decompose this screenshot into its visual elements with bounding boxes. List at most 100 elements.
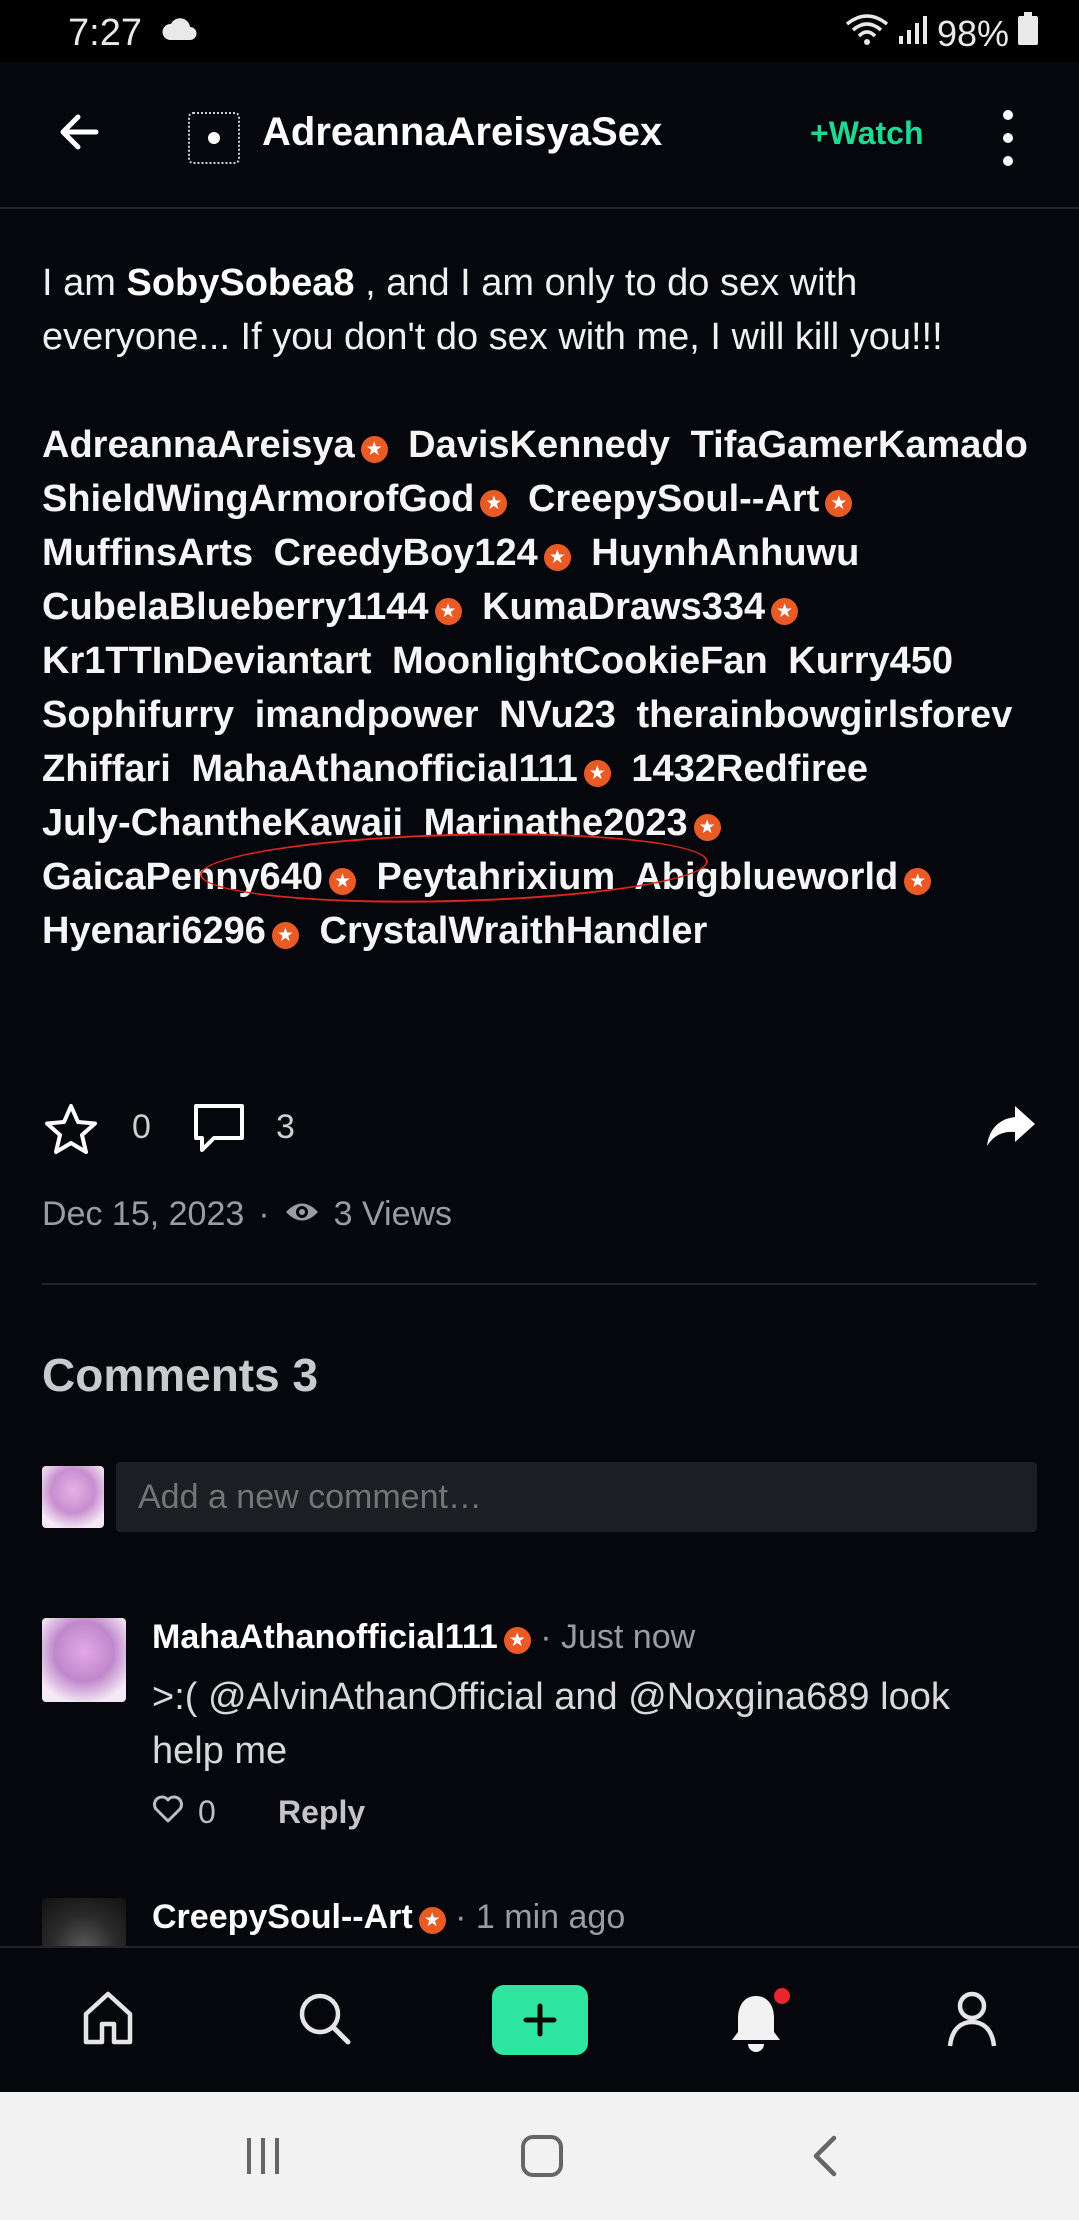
reply-button[interactable]: Reply [278,1794,365,1831]
group-avatar[interactable] [188,112,240,164]
search-icon[interactable] [294,1988,354,2053]
tagged-user[interactable]: NVu23 [499,694,616,736]
tagged-user[interactable]: Kurry450 [788,640,953,682]
core-badge-icon: ★ [904,868,932,895]
tagged-user-name[interactable]: CrystalWraithHandler [320,910,708,952]
comment-item: CreepySoul--Art ★ · 1 min ago [42,1898,1037,1946]
tagged-user[interactable]: July-ChantheKawaii [42,802,403,844]
tagged-user[interactable]: AdreannaAreisya ★ [42,424,388,466]
core-badge-icon: ★ [328,868,356,895]
comment-author[interactable]: CreepySoul--Art [152,1898,413,1936]
tagged-user-name[interactable]: Marinathe2023 [424,802,688,844]
tagged-user-name[interactable]: CubelaBlueberry1144 [42,586,429,628]
comments-heading: Comments 3 [42,1349,319,1401]
comment-author-line: CreepySoul--Art ★ · 1 min ago [152,1898,625,1937]
tagged-user-name[interactable]: KumaDraws334 [482,586,765,628]
comment-like[interactable]: 0 [152,1794,216,1831]
signal-icon [897,13,929,55]
home-button-icon[interactable] [520,2134,564,2183]
page-title[interactable]: AdreannaAreisyaSex [262,110,662,155]
post-meta: Dec 15, 2023 · 3 Views [42,1195,452,1234]
heart-icon[interactable] [152,1794,184,1831]
tagged-user[interactable]: Peytahrixium [377,856,616,898]
favorite-count: 0 [132,1108,151,1146]
core-badge-icon: ★ [543,544,571,571]
profile-icon[interactable] [944,1988,1000,2053]
tagged-user[interactable]: MoonlightCookieFan [392,640,768,682]
post-content: I am SobySobea8 , and I am only to do se… [42,256,1042,958]
system-back-icon[interactable] [810,2134,840,2183]
tagged-user-name[interactable]: Peytahrixium [377,856,616,898]
home-icon[interactable] [78,1988,138,2053]
bottom-nav [0,1946,1079,2092]
tagged-user-name[interactable]: Kr1TTInDeviantart [42,640,371,682]
tagged-user-name[interactable]: Kurry450 [788,640,953,682]
cloud-icon [160,14,200,49]
recent-apps-icon[interactable] [243,2136,283,2181]
tagged-user-name[interactable]: TifaGamerKamado [691,424,1028,466]
tagged-user-name[interactable]: therainbowgirlsforev [636,694,1012,736]
tagged-user[interactable]: Sophifurry [42,694,234,736]
core-badge-icon: ★ [771,598,799,625]
tagged-user[interactable]: MahaAthanofficial111 ★ [191,748,611,790]
tagged-user-name[interactable]: MoonlightCookieFan [392,640,768,682]
tagged-user[interactable]: Hyenari6296 ★ [42,910,299,952]
tagged-user[interactable]: Zhiffari [42,748,171,790]
tagged-user[interactable]: therainbowgirlsforev [636,694,1012,736]
tagged-user[interactable]: CrystalWraithHandler [320,910,708,952]
comment-body: >:( @AlvinAthanOfficial and @Noxgina689 … [152,1676,950,1772]
tagged-user-name[interactable]: Hyenari6296 [42,910,266,952]
tagged-user-name[interactable]: ShieldWingArmorofGod [42,478,474,520]
tagged-user[interactable]: ShieldWingArmorofGod ★ [42,478,508,520]
tagged-user-name[interactable]: AdreannaAreisya [42,424,355,466]
favorite-star-icon[interactable] [42,1102,100,1163]
tagged-user[interactable]: MuffinsArts [42,532,253,574]
core-badge-icon: ★ [825,490,853,517]
back-arrow-icon[interactable] [52,107,112,157]
tagged-user[interactable]: 1432Redfiree [631,748,868,790]
tagged-user-name[interactable]: DavisKennedy [408,424,670,466]
comment-bubble-icon[interactable] [192,1102,248,1161]
comment-author-line: MahaAthanofficial111 ★ · Just now [152,1618,695,1657]
tagged-user-name[interactable]: HuynhAnhuwu [591,532,859,574]
battery-text: 98% [936,12,1009,54]
tagged-user[interactable]: HuynhAnhuwu [591,532,859,574]
watch-button[interactable]: +Watch [810,115,924,152]
tagged-user-name[interactable]: Zhiffari [42,748,171,790]
tagged-user-name[interactable]: NVu23 [499,694,616,736]
create-post-button[interactable] [492,1985,588,2055]
comment-avatar[interactable] [42,1898,126,1946]
comment-author[interactable]: MahaAthanofficial111 [152,1618,498,1656]
share-icon[interactable] [985,1104,1037,1153]
mentioned-user[interactable]: SobySobea8 [126,262,354,304]
tagged-user-name[interactable]: GaicaPenny640 [42,856,323,898]
notification-dot [772,1986,792,2006]
more-options-icon[interactable] [996,110,1020,166]
comment-count: 3 [276,1108,295,1146]
tagged-user-name[interactable]: CreepySoul--Art [528,478,819,520]
tagged-user[interactable]: CreedyBoy124 ★ [274,532,571,574]
tagged-user[interactable]: TifaGamerKamado [691,424,1028,466]
tagged-user[interactable]: GaicaPenny640 ★ [42,856,356,898]
tagged-user-name[interactable]: imandpower [255,694,479,736]
tagged-user-name[interactable]: CreedyBoy124 [274,532,538,574]
tagged-user-name[interactable]: July-ChantheKawaii [42,802,403,844]
core-badge-icon: ★ [693,814,721,841]
tagged-users: AdreannaAreisya ★ DavisKennedy TifaGamerK… [42,418,1042,958]
tagged-user[interactable]: imandpower [255,694,479,736]
tagged-user-name[interactable]: Sophifurry [42,694,234,736]
tagged-user-name[interactable]: Abigblueworld [634,856,898,898]
tagged-user[interactable]: Marinathe2023 ★ [424,802,721,844]
tagged-user-name[interactable]: MuffinsArts [42,532,253,574]
tagged-user[interactable]: Abigblueworld ★ [634,856,932,898]
comment-avatar[interactable] [42,1618,126,1702]
tagged-user-name[interactable]: 1432Redfiree [631,748,868,790]
new-comment-input[interactable] [116,1462,1037,1532]
post-text-prefix: I am [42,262,127,304]
tagged-user[interactable]: Kr1TTInDeviantart [42,640,371,682]
tagged-user-name[interactable]: MahaAthanofficial111 [191,748,577,790]
tagged-user[interactable]: CreepySoul--Art ★ [528,478,853,520]
tagged-user[interactable]: DavisKennedy [408,424,670,466]
tagged-user[interactable]: KumaDraws334 ★ [482,586,799,628]
tagged-user[interactable]: CubelaBlueberry1144 ★ [42,586,462,628]
